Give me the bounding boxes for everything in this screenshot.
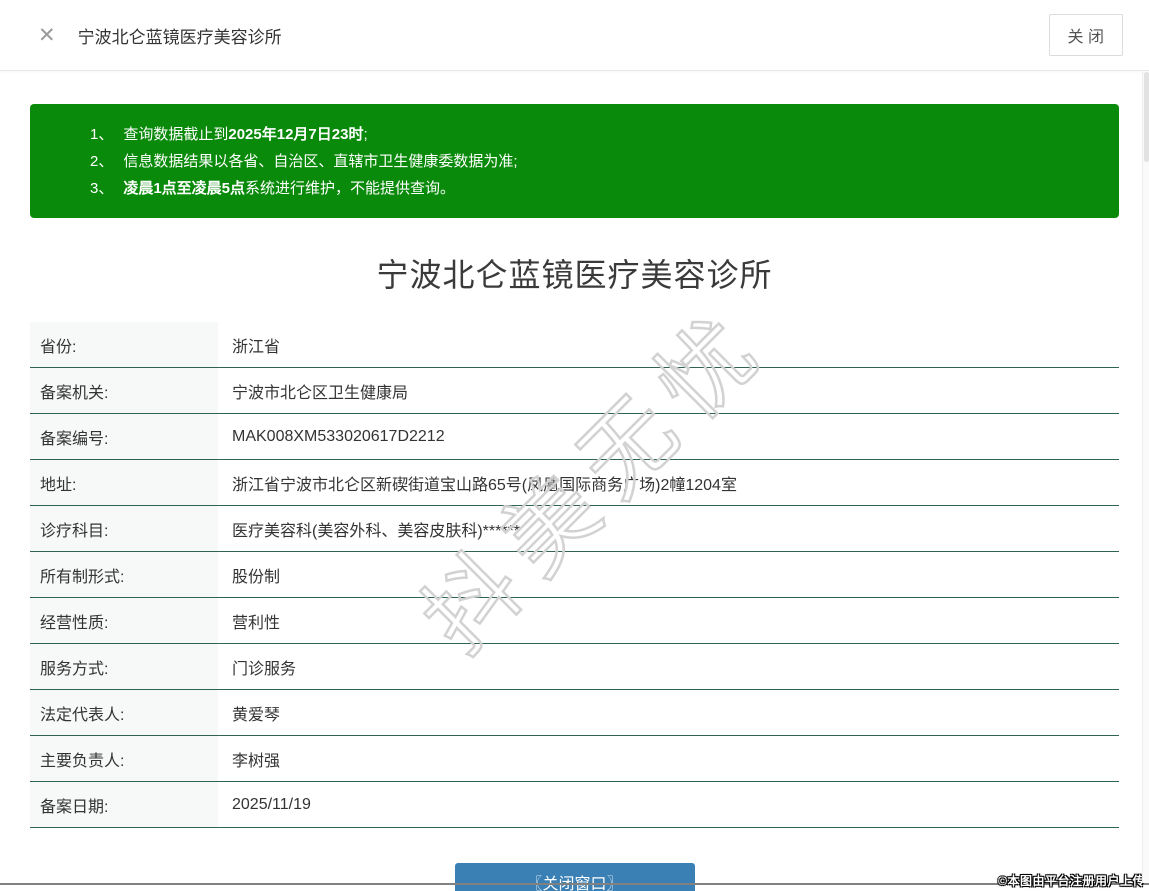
row-value: 浙江省 (218, 322, 1119, 367)
window-title: 宁波北仑蓝镜医疗美容诊所 (78, 23, 282, 48)
row-value: 李树强 (218, 736, 1119, 781)
page-title: 宁波北仑蓝镜医疗美容诊所 (0, 250, 1149, 296)
button-row: 〖关闭窗口〗 (0, 863, 1149, 891)
table-row-filing-number: 备案编号: MAK008XM533020617D2212 (30, 414, 1119, 460)
table-row-province: 省份: 浙江省 (30, 322, 1119, 368)
row-label: 所有制形式: (30, 552, 218, 597)
row-label: 地址: (30, 460, 218, 505)
close-icon[interactable]: ✕ (38, 25, 56, 46)
close-window-button[interactable]: 〖关闭窗口〗 (455, 863, 695, 891)
row-value: 黄爱琴 (218, 690, 1119, 735)
attribution-text: ©本图由平台注册用户上传 (998, 872, 1145, 889)
notice-number: 2、 (90, 153, 113, 170)
notice-number: 3、 (90, 180, 113, 197)
info-table: 省份: 浙江省 备案机关: 宁波市北仑区卫生健康局 备案编号: MAK008XM… (30, 322, 1119, 828)
row-label: 备案机关: (30, 368, 218, 413)
row-value: 营利性 (218, 598, 1119, 643)
top-bar: ✕ 宁波北仑蓝镜医疗美容诊所 关 闭 (0, 0, 1149, 71)
row-value: 股份制 (218, 552, 1119, 597)
table-row-filing-date: 备案日期: 2025/11/19 (30, 782, 1119, 828)
notice-text-bold: 凌晨1点至凌晨5点 (123, 180, 245, 197)
notice-line: 3、凌晨1点至凌晨5点系统进行维护，不能提供查询。 (90, 175, 1099, 202)
row-label: 服务方式: (30, 644, 218, 689)
row-label: 备案编号: (30, 414, 218, 459)
row-value: 宁波市北仑区卫生健康局 (218, 368, 1119, 413)
notice-text: 信息数据结果以各省、自治区、直辖市卫生健康委数据为准; (123, 153, 517, 170)
row-label: 经营性质: (30, 598, 218, 643)
notice-banner: 1、查询数据截止到2025年12月7日23时; 2、信息数据结果以各省、自治区、… (30, 104, 1119, 218)
notice-text: ; (363, 126, 367, 143)
row-label: 主要负责人: (30, 736, 218, 781)
clinic-record-page: ✕ 宁波北仑蓝镜医疗美容诊所 关 闭 1、查询数据截止到2025年12月7日23… (0, 0, 1149, 891)
row-label: 诊疗科目: (30, 506, 218, 551)
notice-text-bold: 2025年12月7日23时 (228, 126, 363, 143)
row-value: 2025/11/19 (218, 782, 1119, 827)
notice-line: 2、信息数据结果以各省、自治区、直辖市卫生健康委数据为准; (90, 148, 1099, 175)
row-value: 门诊服务 (218, 644, 1119, 689)
row-label: 法定代表人: (30, 690, 218, 735)
notice-text: 系统进行维护，不能提供查询。 (245, 180, 455, 197)
table-row-ownership-form: 所有制形式: 股份制 (30, 552, 1119, 598)
table-row-business-nature: 经营性质: 营利性 (30, 598, 1119, 644)
table-row-service-mode: 服务方式: 门诊服务 (30, 644, 1119, 690)
scrollbar[interactable] (1142, 72, 1149, 883)
close-button[interactable]: 关 闭 (1049, 14, 1123, 56)
table-row-medical-subjects: 诊疗科目: 医疗美容科(美容外科、美容皮肤科)****** (30, 506, 1119, 552)
table-row-legal-representative: 法定代表人: 黄爱琴 (30, 690, 1119, 736)
row-label: 省份: (30, 322, 218, 367)
notice-line: 1、查询数据截止到2025年12月7日23时; (90, 121, 1099, 148)
row-label: 备案日期: (30, 782, 218, 827)
notice-text: 查询数据截止到 (123, 126, 228, 143)
table-row-filing-authority: 备案机关: 宁波市北仑区卫生健康局 (30, 368, 1119, 414)
table-row-address: 地址: 浙江省宁波市北仑区新碶街道宝山路65号(凤凰国际商务广场)2幢1204室 (30, 460, 1119, 506)
scrollbar-thumb[interactable] (1144, 72, 1149, 162)
bottom-divider (0, 883, 1149, 885)
notice-number: 1、 (90, 126, 113, 143)
row-value: 浙江省宁波市北仑区新碶街道宝山路65号(凤凰国际商务广场)2幢1204室 (218, 460, 1119, 505)
table-row-principal: 主要负责人: 李树强 (30, 736, 1119, 782)
row-value: MAK008XM533020617D2212 (218, 414, 1119, 459)
row-value: 医疗美容科(美容外科、美容皮肤科)****** (218, 506, 1119, 551)
